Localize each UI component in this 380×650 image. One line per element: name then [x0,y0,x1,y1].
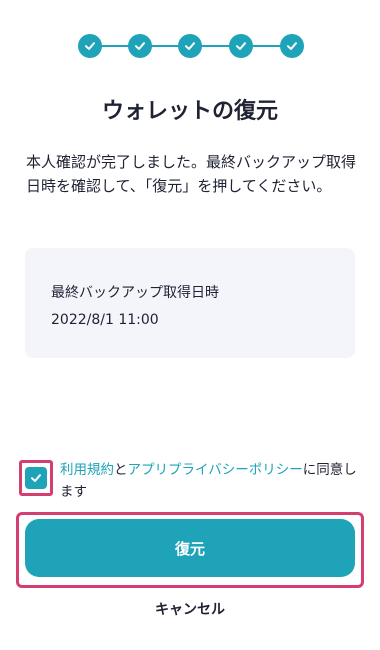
check-icon [85,42,95,50]
progress-stepper [0,31,380,61]
restore-button[interactable]: 復元 [25,519,355,577]
consent-checkbox[interactable] [25,467,47,489]
privacy-policy-link[interactable]: アプリプライバシーポリシー [128,462,303,478]
consent-text: 利用規約とアプリプライバシーポリシーに同意します [60,459,360,503]
check-icon [236,42,246,50]
step-4-complete-icon [229,34,253,58]
check-icon [135,42,145,50]
check-icon [287,42,297,50]
terms-of-service-link[interactable]: 利用規約 [60,462,114,478]
backup-datetime-label: 最終バックアップ取得日時 [51,285,219,301]
step-2-complete-icon [128,34,152,58]
consent-checkbox-highlight[interactable] [19,460,53,496]
step-1-complete-icon [78,34,102,58]
step-5-complete-icon [280,34,304,58]
consent-connector: と [114,462,128,478]
page-title: ウォレットの復元 [101,99,278,124]
backup-info-card: 最終バックアップ取得日時 2022/8/1 11:00 [25,248,355,358]
checkmark-icon [31,474,41,482]
step-3-complete-icon [178,34,202,58]
check-icon [185,42,195,50]
cancel-button[interactable]: キャンセル [0,600,380,620]
consent-row: 利用規約とアプリプライバシーポリシーに同意します [14,458,360,508]
instruction-text: 本人確認が完了しました。最終バックアップ取得日時を確認して、「復元」を押してくだ… [26,153,357,195]
backup-datetime-value: 2022/8/1 11:00 [51,312,159,328]
